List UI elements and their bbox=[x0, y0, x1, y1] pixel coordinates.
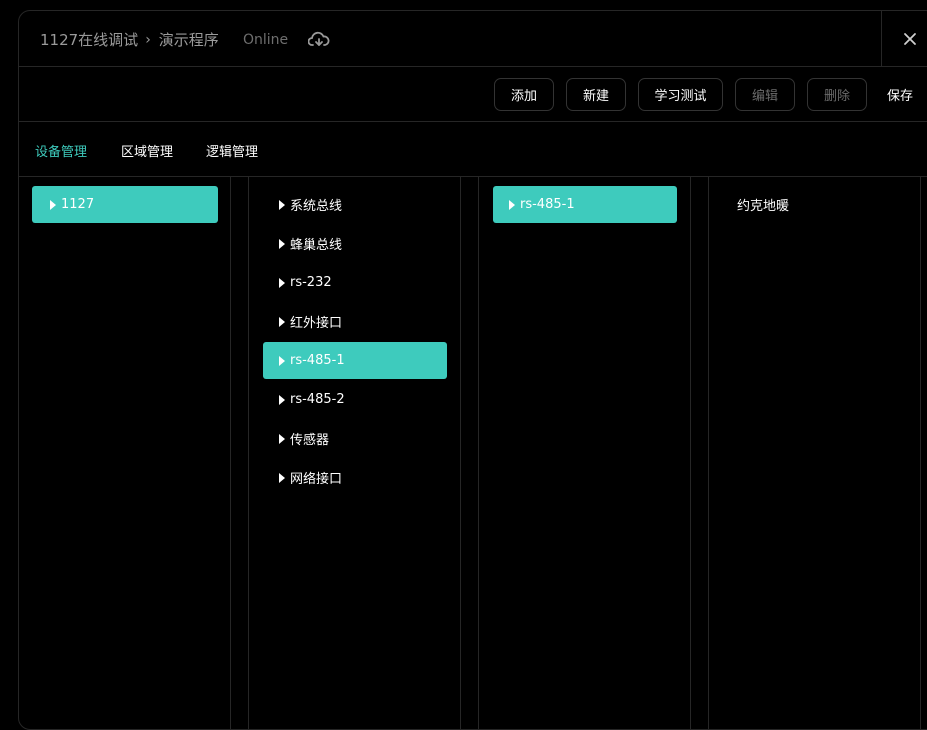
bus-column: 系统总线 蜂巢总线 rs-232 红外接口 rs-485-1 rs-485-2 … bbox=[248, 177, 461, 729]
list-item-label: rs-485-1 bbox=[520, 197, 575, 212]
host-column: 1127 bbox=[19, 177, 231, 729]
list-item-label: 系统总线 bbox=[290, 199, 343, 214]
list-item-label: 网络接口 bbox=[290, 472, 343, 487]
list-item[interactable]: 蜂巢总线 bbox=[263, 225, 447, 262]
list-item-label: 红外接口 bbox=[290, 316, 343, 331]
caret-right-icon bbox=[279, 355, 285, 366]
list-item-label: rs-485-1 bbox=[290, 353, 345, 368]
list-item-label: 蜂巢总线 bbox=[290, 238, 343, 253]
list-item-label: rs-485-2 bbox=[290, 392, 345, 407]
close-icon bbox=[903, 32, 916, 45]
breadcrumb-root[interactable]: 1127在线调试 bbox=[40, 29, 138, 50]
list-item[interactable]: rs-485-1 bbox=[493, 186, 677, 223]
list-item-label: rs-232 bbox=[290, 275, 332, 290]
device-item[interactable]: 约克地暖 bbox=[737, 195, 789, 214]
caret-right-icon bbox=[509, 199, 515, 210]
delete-button[interactable]: 删除 bbox=[807, 78, 867, 111]
list-item-label: 1127 bbox=[61, 197, 95, 212]
save-button[interactable]: 保存 bbox=[879, 78, 921, 111]
tab-area-management[interactable]: 区域管理 bbox=[121, 141, 173, 160]
debug-dialog: 1127在线调试 › 演示程序 Online 添加 新建 学习测试 编辑 删除 … bbox=[18, 10, 927, 730]
add-button[interactable]: 添加 bbox=[494, 78, 554, 111]
tab-logic-management[interactable]: 逻辑管理 bbox=[206, 141, 258, 160]
chevron-right-icon: › bbox=[145, 31, 151, 48]
caret-right-icon bbox=[279, 277, 285, 288]
list-item[interactable]: 1127 bbox=[32, 186, 218, 223]
caret-right-icon bbox=[279, 316, 285, 327]
caret-right-icon bbox=[279, 394, 285, 405]
cloud-sync-icon[interactable] bbox=[307, 31, 330, 49]
status-badge: Online bbox=[243, 32, 289, 48]
caret-right-icon bbox=[279, 199, 285, 210]
caret-right-icon bbox=[50, 199, 56, 210]
list-item[interactable]: rs-232 bbox=[263, 264, 447, 301]
list-item[interactable]: rs-485-2 bbox=[263, 381, 447, 418]
port-column: rs-485-1 bbox=[478, 177, 691, 729]
close-button[interactable] bbox=[881, 11, 927, 66]
caret-right-icon bbox=[279, 433, 285, 444]
new-button[interactable]: 新建 bbox=[566, 78, 626, 111]
list-item[interactable]: rs-485-1 bbox=[263, 342, 447, 379]
breadcrumb-current: 演示程序 bbox=[158, 31, 219, 49]
list-item[interactable]: 传感器 bbox=[263, 420, 447, 457]
list-item[interactable]: 网络接口 bbox=[263, 459, 447, 496]
caret-right-icon bbox=[279, 472, 285, 483]
device-column: 约克地暖 bbox=[708, 177, 921, 729]
list-item[interactable]: 系统总线 bbox=[263, 186, 447, 223]
list-item[interactable]: 红外接口 bbox=[263, 303, 447, 340]
list-item-label: 传感器 bbox=[290, 433, 330, 448]
caret-right-icon bbox=[279, 238, 285, 249]
toolbar: 添加 新建 学习测试 编辑 删除 保存 bbox=[19, 67, 927, 122]
title-bar: 1127在线调试 › 演示程序 Online bbox=[19, 11, 927, 67]
tab-bar: 设备管理 区域管理 逻辑管理 bbox=[19, 122, 927, 177]
tab-device-management[interactable]: 设备管理 bbox=[35, 141, 87, 160]
breadcrumb: 1127在线调试 › 演示程序 bbox=[40, 29, 219, 50]
learn-test-button[interactable]: 学习测试 bbox=[638, 78, 723, 111]
edit-button[interactable]: 编辑 bbox=[735, 78, 795, 111]
